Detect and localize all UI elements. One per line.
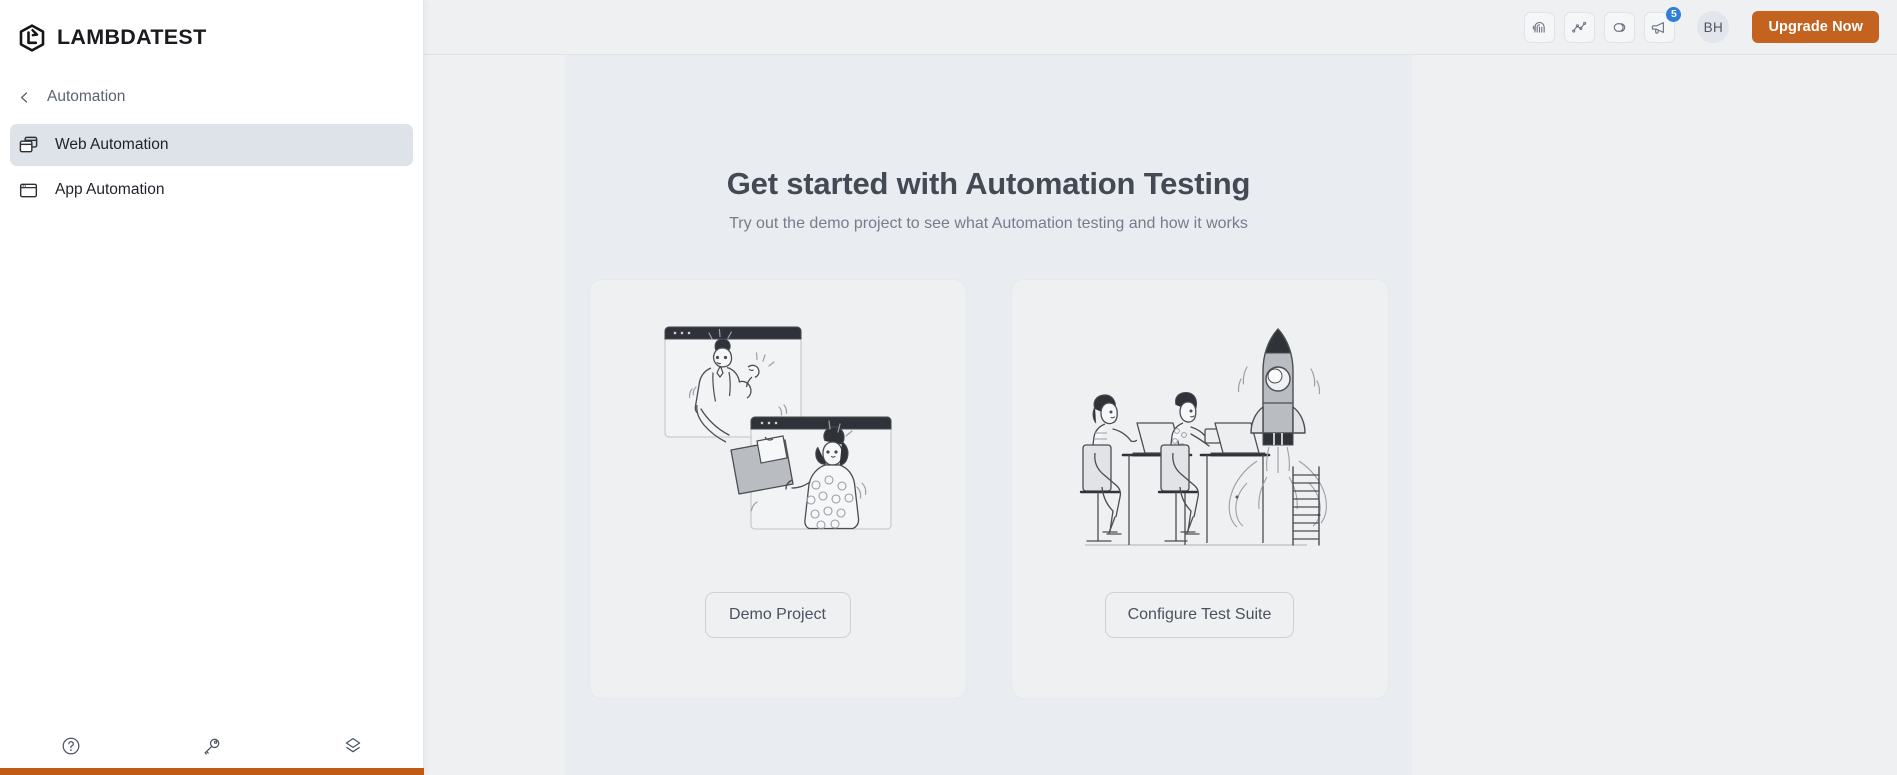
two-people-browser-windows-handshake-illustration [653, 310, 903, 572]
sidebar-footer [0, 729, 423, 763]
windows-stack-icon [18, 135, 39, 156]
demo-project-card[interactable]: Demo Project [588, 279, 967, 699]
sidebar-item-label: Web Automation [55, 136, 169, 153]
analytics-icon[interactable] [1564, 11, 1596, 43]
app-window-icon [18, 180, 39, 201]
sidebar: LAMBDATEST Automation Web Automation App… [0, 0, 424, 775]
demo-project-button[interactable]: Demo Project [704, 592, 851, 638]
layers-icon[interactable] [282, 729, 423, 763]
announcement-megaphone-icon[interactable]: 5 [1644, 5, 1683, 43]
page-title: Get started with Automation Testing [726, 166, 1251, 201]
team-desks-rocket-launch-illustration [1071, 310, 1329, 572]
breadcrumb-back[interactable]: Automation [0, 75, 423, 119]
panel-heading-block: Get started with Automation Testing Try … [565, 55, 1412, 233]
get-started-panel: Get started with Automation Testing Try … [565, 55, 1412, 775]
help-circle-icon[interactable] [0, 729, 141, 763]
fingerprint-icon[interactable] [1524, 11, 1556, 43]
sidebar-item-app-automation[interactable]: App Automation [10, 169, 413, 211]
brand[interactable]: LAMBDATEST [0, 0, 423, 58]
brand-name: LAMBDATEST [57, 25, 207, 49]
key-icon[interactable] [141, 729, 282, 763]
page-subtitle: Try out the demo project to see what Aut… [729, 215, 1248, 232]
main-content: Get started with Automation Testing Try … [424, 55, 1897, 775]
cards-row: Demo Project Configure Test Suite [565, 279, 1412, 699]
breadcrumb-label: Automation [47, 88, 126, 105]
configure-test-suite-button[interactable]: Configure Test Suite [1104, 592, 1295, 638]
sidebar-nav: Web Automation App Automation [0, 124, 423, 211]
avatar[interactable]: BH [1697, 11, 1730, 43]
top-header: 5 BH Upgrade Now [424, 0, 1897, 55]
chevron-left-icon [18, 91, 31, 104]
sidebar-item-web-automation[interactable]: Web Automation [10, 124, 413, 166]
header-actions: 5 BH Upgrade Now [1524, 5, 1879, 43]
link-chain-icon[interactable] [1604, 11, 1636, 43]
notification-badge: 5 [1665, 5, 1683, 23]
lambdatest-logo-icon [18, 23, 46, 52]
configure-test-suite-card[interactable]: Configure Test Suite [1010, 279, 1389, 699]
app-root: LAMBDATEST Automation Web Automation App… [0, 0, 1897, 775]
sidebar-accent-bar [0, 768, 424, 775]
sidebar-item-label: App Automation [55, 181, 165, 198]
upgrade-now-button[interactable]: Upgrade Now [1752, 11, 1879, 43]
